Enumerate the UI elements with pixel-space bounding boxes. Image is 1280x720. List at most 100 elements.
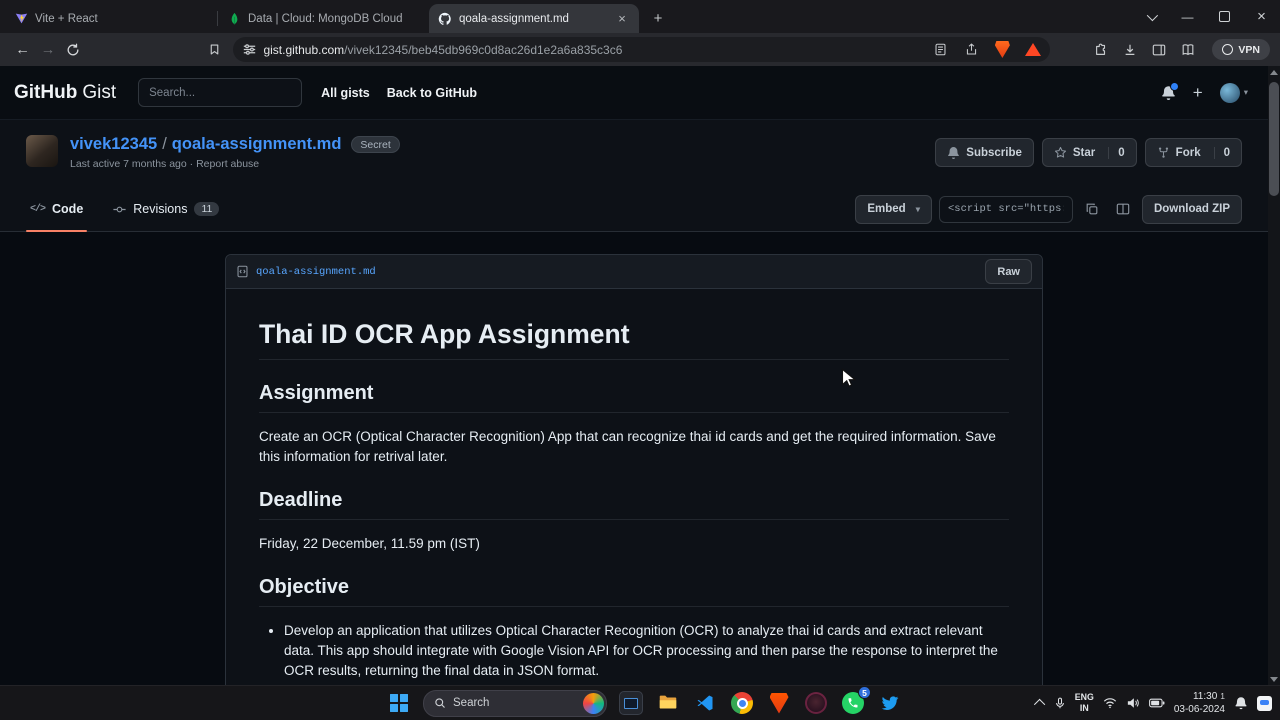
fork-count: 0 xyxy=(1213,146,1230,159)
vscode-button[interactable] xyxy=(692,690,718,716)
vpn-button[interactable]: VPN xyxy=(1212,39,1270,60)
mongodb-leaf-icon xyxy=(231,12,238,25)
file-name-link[interactable]: qoala-assignment.md xyxy=(256,266,376,278)
download-icon xyxy=(1126,44,1135,55)
toolbar-extensions-group: VPN xyxy=(1088,37,1270,63)
scroll-up-arrow[interactable] xyxy=(1268,66,1280,79)
tab-search-button[interactable] xyxy=(1132,0,1169,33)
gist-search-input[interactable] xyxy=(138,78,303,107)
mic-icon[interactable] xyxy=(1054,696,1066,710)
language-indicator[interactable]: ENG IN xyxy=(1075,692,1094,714)
nav-all-gists[interactable]: All gists xyxy=(321,86,370,100)
minimize-button[interactable]: — xyxy=(1169,0,1206,33)
tab-revisions[interactable]: Revisions 11 xyxy=(109,187,223,231)
taskbar-search-placeholder: Search xyxy=(453,697,490,709)
star-icon xyxy=(1054,146,1066,158)
tune-icon xyxy=(244,44,256,55)
task-view-button[interactable] xyxy=(618,690,644,716)
windows-logo-icon xyxy=(390,694,408,712)
start-button[interactable] xyxy=(386,690,412,716)
fork-button[interactable]: Fork 0 xyxy=(1144,138,1242,167)
embed-dropdown[interactable]: Embed ▾ xyxy=(855,194,932,224)
downloads-button[interactable] xyxy=(1117,37,1143,63)
battery-icon[interactable] xyxy=(1148,698,1165,708)
browser-tab-strip: Vite + React Data | Cloud: MongoDB Cloud… xyxy=(0,0,1280,33)
gist-title: vivek12345 / qoala-assignment.md Secret xyxy=(70,135,400,154)
scrollbar-thumb[interactable] xyxy=(1269,82,1279,196)
github-gist-logo[interactable]: GitHub Gist xyxy=(14,82,116,104)
tab-mongodb[interactable]: Data | Cloud: MongoDB Cloud xyxy=(219,4,429,33)
brave-shield-icon xyxy=(994,41,1010,58)
maximize-button[interactable] xyxy=(1206,0,1243,33)
markdown-h2-deadline: Deadline xyxy=(259,489,1009,520)
sidebar-button[interactable] xyxy=(1146,37,1172,63)
forward-button[interactable]: → xyxy=(35,37,60,63)
tab-code[interactable]: </> Code xyxy=(26,187,88,232)
notification-bell-icon[interactable] xyxy=(1234,696,1248,710)
download-zip-button[interactable]: Download ZIP xyxy=(1141,194,1242,224)
taskbar-search[interactable]: Search xyxy=(423,689,607,717)
unread-indicator xyxy=(1169,82,1179,91)
tray-expand-button[interactable] xyxy=(1033,694,1046,712)
wifi-icon[interactable] xyxy=(1103,697,1117,709)
reload-button[interactable] xyxy=(61,37,86,63)
brave-shields-button[interactable] xyxy=(990,38,1014,62)
new-gist-button[interactable]: + xyxy=(1193,83,1203,103)
subscribe-button[interactable]: Subscribe xyxy=(935,138,1034,167)
gist-owner-link[interactable]: vivek12345 xyxy=(70,135,157,154)
gist-file-link[interactable]: qoala-assignment.md xyxy=(172,135,342,154)
report-abuse-link[interactable]: Report abuse xyxy=(196,158,259,170)
back-button[interactable]: ← xyxy=(10,37,35,63)
lang-line1: ENG xyxy=(1074,692,1094,703)
gist-owner-avatar[interactable] xyxy=(26,135,58,167)
chat-icon[interactable] xyxy=(1257,695,1272,711)
code-icon: </> xyxy=(30,203,46,215)
bell-icon xyxy=(948,147,960,159)
star-button[interactable]: Star 0 xyxy=(1041,138,1137,167)
tab-title: Data | Cloud: MongoDB Cloud xyxy=(248,12,403,25)
download-zip-label: Download ZIP xyxy=(1153,203,1230,215)
tab-vite-react[interactable]: Vite + React xyxy=(6,4,216,33)
tab-separator xyxy=(217,11,218,26)
commit-icon xyxy=(113,206,126,212)
extensions-button[interactable] xyxy=(1088,37,1114,63)
brave-button[interactable] xyxy=(766,690,792,716)
twitter-button[interactable] xyxy=(877,690,903,716)
triangle-down-icon xyxy=(1270,677,1278,682)
round-app-icon xyxy=(805,692,827,714)
share-button[interactable] xyxy=(959,38,983,62)
page-scrollbar[interactable] xyxy=(1268,66,1280,686)
tab-gist-active[interactable]: qoala-assignment.md × xyxy=(429,4,639,33)
address-bar[interactable]: gist.github.com/vivek12345/beb45db969c0d… xyxy=(233,37,1051,62)
open-with-button[interactable] xyxy=(1111,197,1135,221)
round-app-button[interactable] xyxy=(803,690,829,716)
reading-list-button[interactable] xyxy=(1175,37,1201,63)
copy-embed-button[interactable] xyxy=(1080,197,1104,221)
url-text: gist.github.com/vivek12345/beb45db969c0d… xyxy=(263,43,921,57)
user-menu[interactable]: ▾ xyxy=(1219,82,1248,103)
close-window-button[interactable]: × xyxy=(1243,0,1280,33)
clock[interactable]: 11:30 1 03-06-2024 xyxy=(1174,690,1225,717)
embed-snippet-input[interactable] xyxy=(938,195,1073,223)
file-explorer-button[interactable] xyxy=(655,690,681,716)
windows-taskbar: Search 5 ENG IN 11:30 1 03-06-2024 xyxy=(0,685,1280,720)
reader-mode-button[interactable] xyxy=(928,38,952,62)
chrome-button[interactable] xyxy=(729,690,755,716)
file-code-icon xyxy=(237,265,248,278)
gist-page: GitHubGist All gists Back to GitHub + ▾ xyxy=(0,66,1268,686)
volume-icon[interactable] xyxy=(1126,697,1140,709)
bookmark-button[interactable] xyxy=(202,37,227,63)
notifications-button[interactable] xyxy=(1161,82,1179,100)
star-count: 0 xyxy=(1108,146,1125,159)
raw-button[interactable]: Raw xyxy=(985,259,1032,284)
chevron-down-icon: ▾ xyxy=(915,203,920,214)
sidebar-icon xyxy=(1153,44,1166,55)
new-tab-button[interactable]: + xyxy=(646,6,670,30)
brave-rewards-button[interactable] xyxy=(1021,38,1045,62)
revisions-count: 11 xyxy=(194,202,220,216)
tab-close-icon[interactable]: × xyxy=(614,11,630,27)
whatsapp-button[interactable]: 5 xyxy=(840,686,871,716)
subscribe-label: Subscribe xyxy=(966,146,1022,159)
chevron-down-icon xyxy=(1146,9,1158,21)
nav-back-to-github[interactable]: Back to GitHub xyxy=(387,86,477,100)
